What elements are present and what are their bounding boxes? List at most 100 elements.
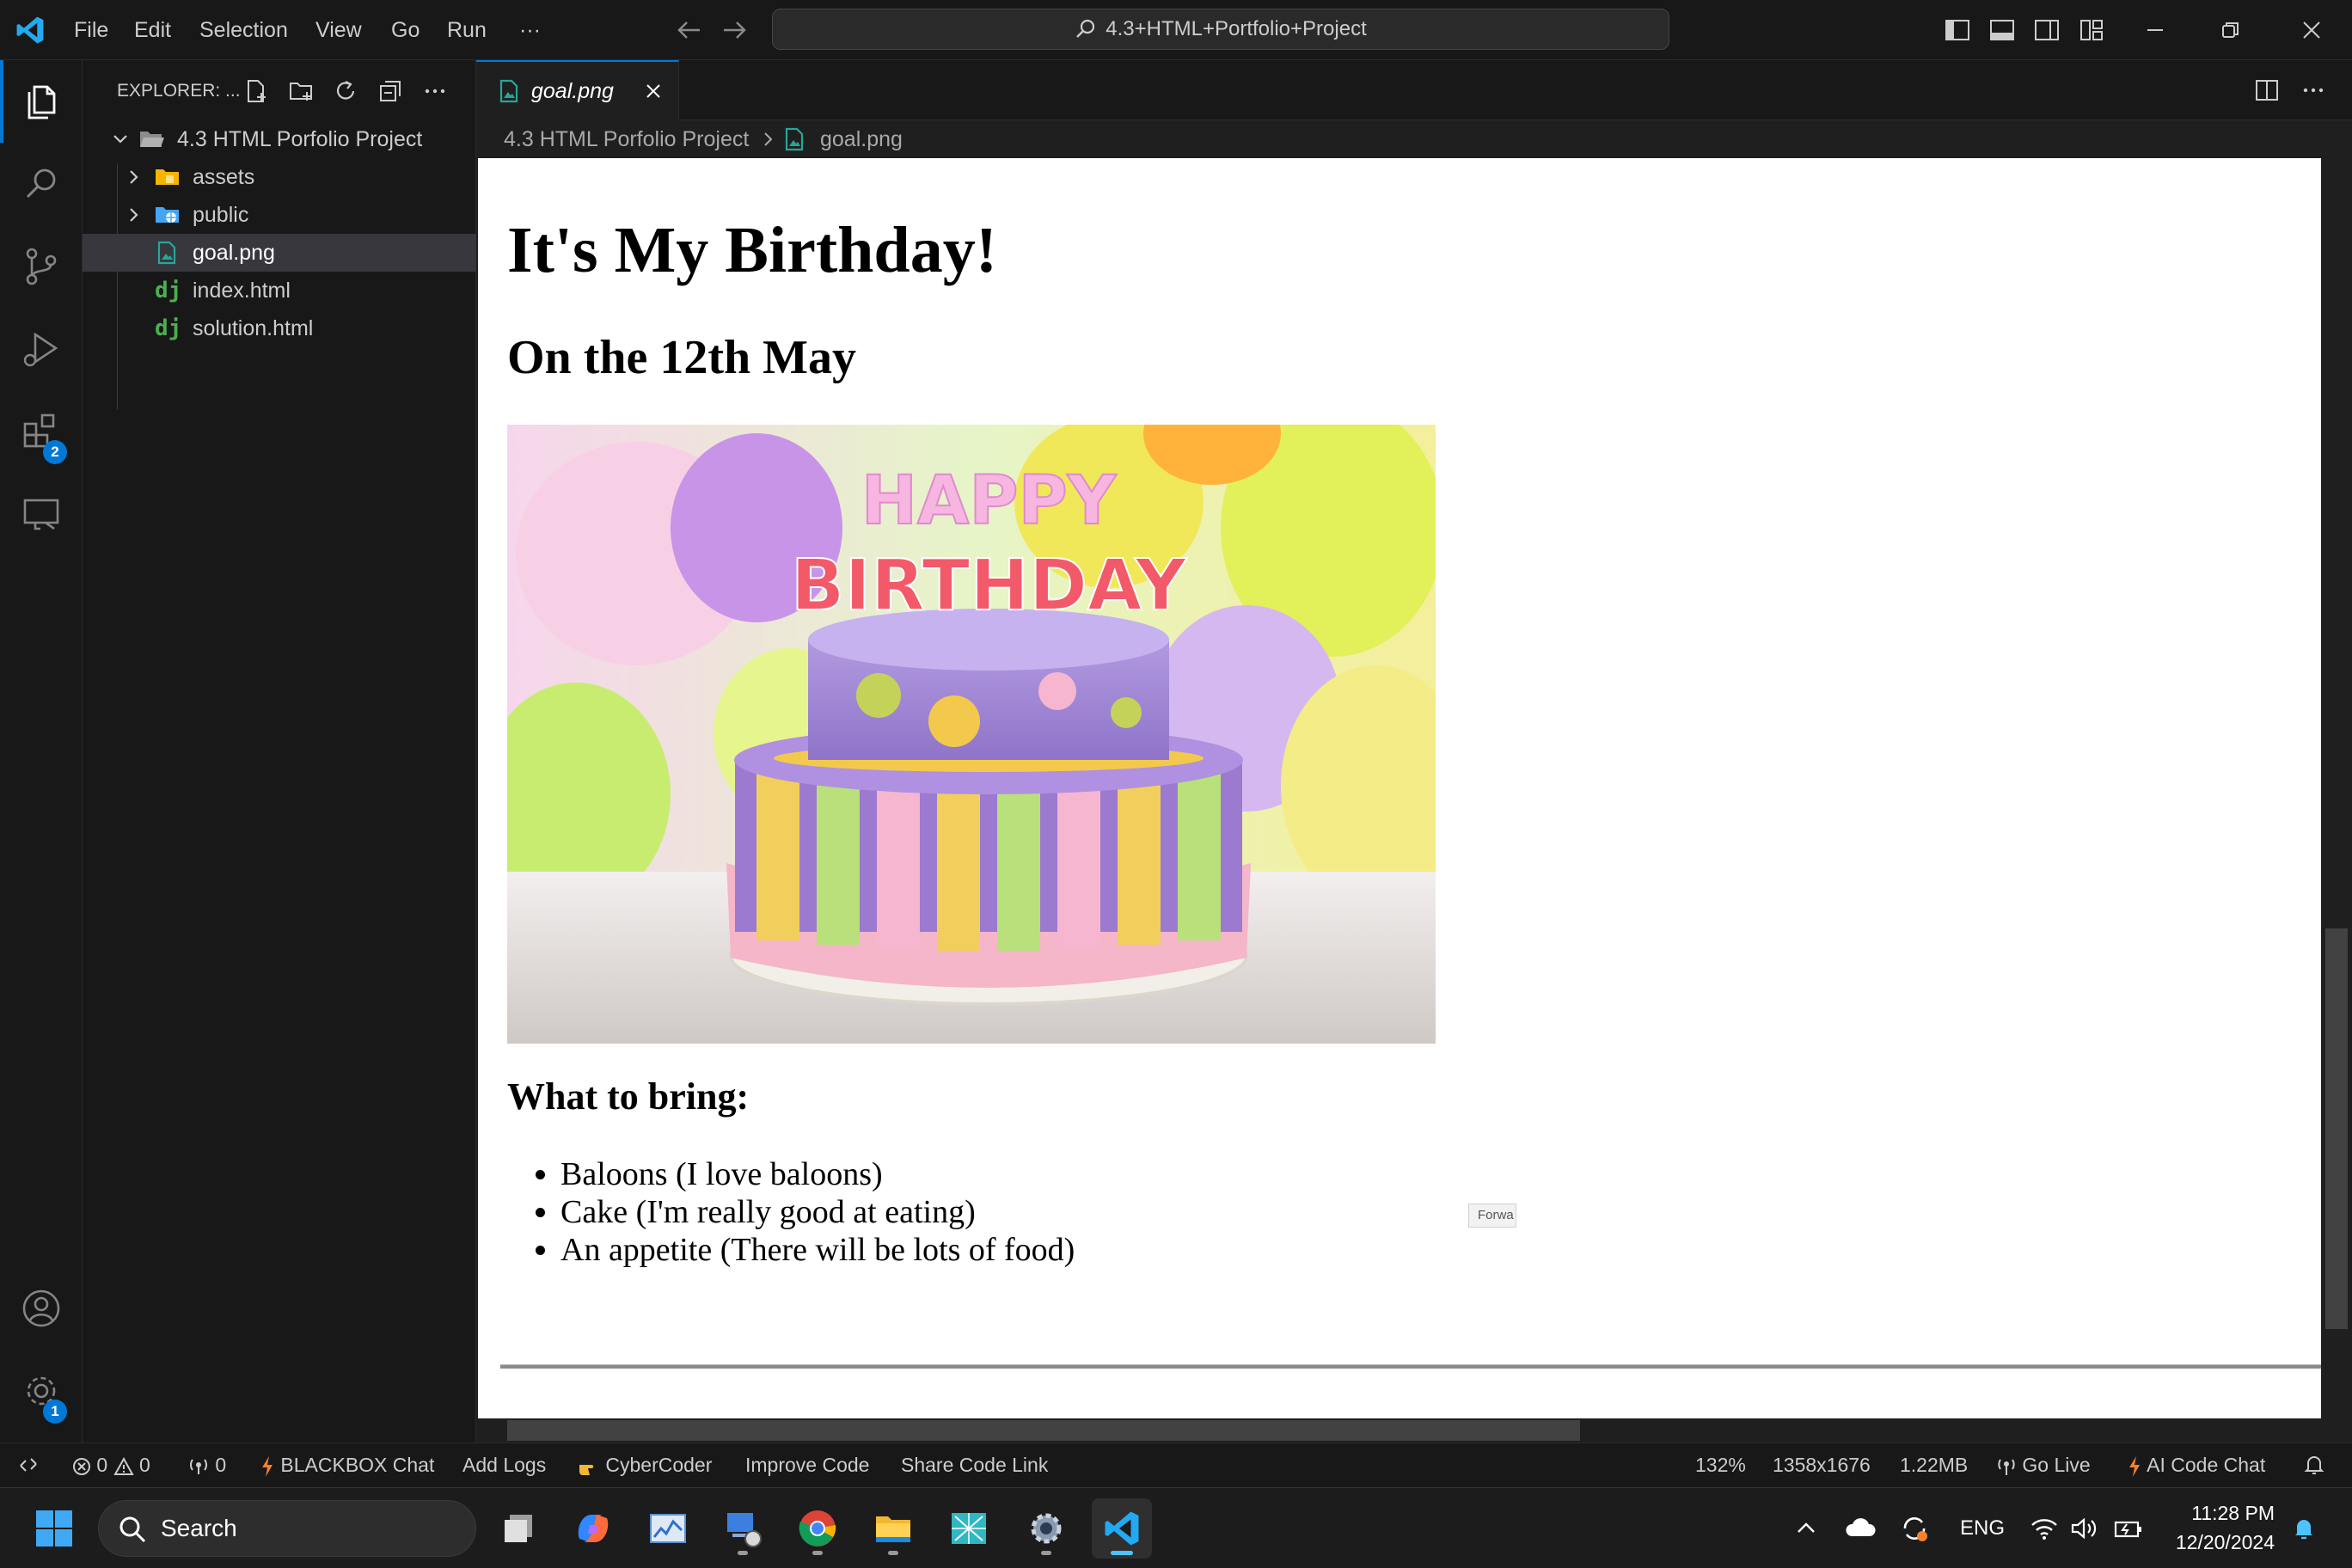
chevron-up-icon[interactable] [1795, 1517, 1817, 1540]
editor-more-icon[interactable] [2300, 77, 2326, 103]
file-row-goal-png[interactable]: goal.png [83, 234, 476, 272]
close-tab-icon[interactable] [645, 83, 662, 100]
task-view-button[interactable] [488, 1498, 548, 1559]
explorer-header: EXPLORER: ... [83, 60, 476, 122]
battery-icon[interactable] [2113, 1516, 2144, 1541]
remote-explorer-view-button[interactable] [0, 473, 83, 555]
accounts-button[interactable] [0, 1267, 83, 1350]
pointing-hand-icon [579, 1464, 594, 1475]
command-center-search[interactable]: 4.3+HTML+Portfolio+Project [772, 9, 1669, 50]
running-indicator [738, 1551, 748, 1555]
new-file-button[interactable] [241, 76, 272, 107]
refresh-explorer-button[interactable] [330, 76, 361, 107]
settings-gear-icon [1031, 1513, 1062, 1544]
minimize-button[interactable] [2125, 0, 2185, 60]
run-debug-icon [23, 332, 58, 367]
forward-arrow-icon[interactable] [722, 18, 748, 42]
manage-button[interactable]: 1 [0, 1350, 83, 1432]
menu-run[interactable]: Run [447, 0, 487, 60]
folder-row-public[interactable]: public [83, 196, 476, 234]
search-view-button[interactable] [0, 143, 83, 225]
forward-tooltip-fragment: Forwa [1468, 1204, 1516, 1228]
file-row-index-html[interactable]: dj index.html [83, 272, 476, 309]
warning-count: 0 [138, 1454, 150, 1476]
folder-row-assets[interactable]: assets [83, 158, 476, 196]
input-language[interactable]: ENG [1960, 1488, 2005, 1568]
chrome-app[interactable] [787, 1498, 848, 1559]
taskbar-clock[interactable]: 11:28 PM 12/20/2024 [2158, 1498, 2275, 1557]
image-preview[interactable]: It's My Birthday! On the 12th May HAPPY … [478, 158, 2321, 1418]
toggle-primary-sidebar-icon[interactable] [1945, 17, 1970, 43]
new-folder-icon [290, 83, 312, 101]
menu-file[interactable]: File [74, 0, 108, 60]
account-icon [22, 1289, 60, 1327]
tab-goal-png[interactable]: goal.png [476, 60, 679, 120]
title-bar: File Edit Selection View Go Run ··· 4.3+… [0, 0, 2352, 60]
back-arrow-icon[interactable] [676, 18, 701, 42]
chart-app-icon [650, 1514, 686, 1543]
run-debug-view-button[interactable] [0, 308, 83, 390]
windows-logo-icon [36, 1510, 72, 1547]
stock-app[interactable] [638, 1498, 698, 1559]
volume-icon[interactable] [2070, 1516, 2098, 1541]
explorer-view-button[interactable] [0, 60, 83, 143]
sync-icon[interactable] [1900, 1514, 1929, 1543]
notification-bell-icon[interactable] [2292, 1516, 2316, 1541]
activity-bar: 2 1 [0, 60, 83, 1442]
file-explorer-app[interactable] [863, 1498, 923, 1559]
ports-indicator[interactable]: 0 [187, 1443, 226, 1486]
taskbar-search-box[interactable]: Search [98, 1500, 476, 1557]
menu-selection[interactable]: Selection [199, 0, 288, 60]
zoom-level[interactable]: 132% [1695, 1443, 1746, 1486]
improve-code-button[interactable]: Improve Code [745, 1443, 869, 1486]
ai-code-chat-button[interactable]: AI Code Chat [2127, 1443, 2265, 1486]
file-row-solution-html[interactable]: dj solution.html [83, 309, 476, 347]
assets-folder-icon [156, 169, 179, 185]
manage-badge: 1 [43, 1400, 67, 1424]
breadcrumb-folder[interactable]: 4.3 HTML Porfolio Project [504, 120, 749, 158]
horizontal-scrollbar-thumb[interactable] [507, 1420, 1580, 1441]
toggle-panel-icon[interactable] [1989, 17, 2015, 43]
django-html-icon: dj [155, 278, 182, 303]
vscode-app[interactable] [1092, 1498, 1152, 1559]
start-button[interactable] [24, 1498, 84, 1559]
onedrive-cloud-icon[interactable] [1845, 1514, 1876, 1540]
remote-icon[interactable] [17, 1454, 40, 1476]
tab-label: goal.png [531, 79, 614, 103]
snipping-app[interactable] [939, 1498, 999, 1559]
restore-button[interactable] [2201, 0, 2261, 60]
menu-go[interactable]: Go [391, 0, 420, 60]
close-window-button[interactable] [2282, 0, 2342, 60]
cybercoder-button[interactable]: CyberCoder [578, 1443, 712, 1486]
go-live-button[interactable]: Go Live [1996, 1443, 2091, 1486]
share-code-link-button[interactable]: Share Code Link [901, 1443, 1048, 1486]
breadcrumb-file[interactable]: goal.png [820, 120, 903, 158]
notifications-bell-icon[interactable] [2304, 1454, 2324, 1476]
source-control-view-button[interactable] [0, 225, 83, 308]
image-dimensions: 1358x1676 [1773, 1454, 1871, 1476]
new-folder-button[interactable] [285, 76, 316, 107]
files-icon [28, 85, 56, 119]
customize-layout-icon[interactable] [2079, 17, 2104, 43]
blackbox-chat-button[interactable]: BLACKBOX Chat [260, 1443, 434, 1486]
lightning-icon [2129, 1455, 2140, 1477]
folder-label-assets: assets [193, 165, 255, 189]
chevron-right-icon [130, 208, 138, 222]
menu-edit[interactable]: Edit [134, 0, 171, 60]
explorer-more-button[interactable] [420, 76, 450, 107]
toggle-secondary-sidebar-icon[interactable] [2034, 17, 2060, 43]
add-logs-button[interactable]: Add Logs [462, 1443, 546, 1486]
copilot-app[interactable] [563, 1498, 623, 1559]
project-folder-row[interactable]: 4.3 HTML Porfolio Project [83, 120, 476, 158]
split-editor-icon[interactable] [2254, 77, 2280, 103]
problems-indicator[interactable]: 0 0 [72, 1443, 150, 1486]
wifi-icon[interactable] [2030, 1516, 2058, 1541]
search-icon [1076, 19, 1095, 38]
menu-more-button[interactable]: ··· [519, 0, 541, 60]
settings-app[interactable] [1016, 1498, 1076, 1559]
vertical-scrollbar-thumb[interactable] [2325, 928, 2348, 1329]
extensions-view-button[interactable]: 2 [0, 390, 83, 473]
menu-view[interactable]: View [315, 0, 362, 60]
collapse-folders-button[interactable] [375, 76, 406, 107]
remote-desktop-app[interactable] [713, 1498, 773, 1559]
